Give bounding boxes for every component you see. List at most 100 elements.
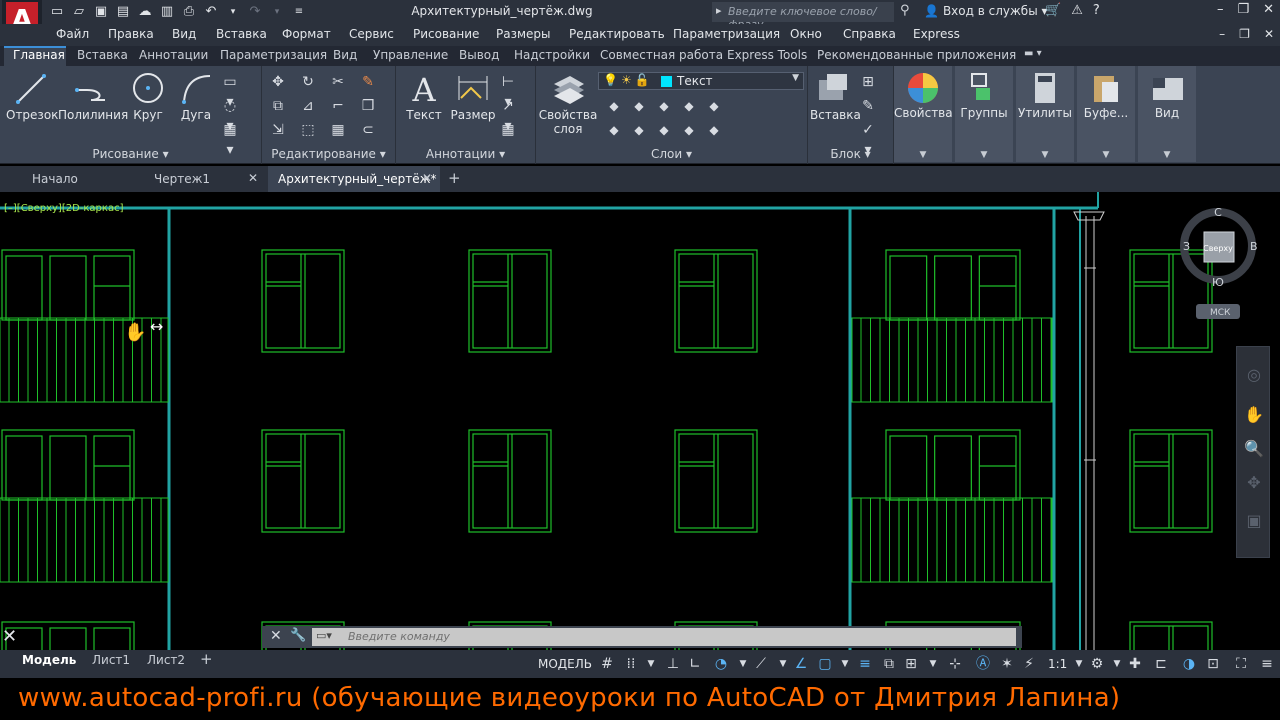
menu-window[interactable]: Окно	[790, 27, 822, 41]
signin-button[interactable]: 👤 Вход в службы ▾	[924, 4, 1048, 18]
binoculars-icon[interactable]: ⚲	[900, 3, 910, 18]
linear-dim-icon[interactable]: ⊢ ▾	[498, 72, 518, 110]
search-input[interactable]: Введите ключевое слово/фразу	[712, 2, 894, 31]
showmotion-icon[interactable]: ▣	[1243, 511, 1265, 533]
clipboard-panel-button[interactable]: Буфе... ▼	[1077, 66, 1135, 162]
menu-draw[interactable]: Рисование	[413, 27, 479, 41]
modify-panel-title[interactable]: Редактирование ▾	[262, 147, 395, 161]
menu-help[interactable]: Справка	[843, 27, 896, 41]
stretch-icon[interactable]: ⇲	[268, 120, 288, 140]
model-space-toggle[interactable]: МОДЕЛЬ	[538, 657, 592, 671]
polar-tracking-icon[interactable]: ◔	[712, 656, 730, 674]
chevron-down-icon[interactable]: ▼	[924, 656, 942, 674]
annotation-scale-icon[interactable]: ⚡	[1020, 656, 1038, 674]
rectangle-icon[interactable]: ▭ ▾	[220, 72, 240, 110]
tab-architectural-drawing[interactable]: Архитектурный_чертёж* ✕	[268, 166, 440, 192]
tab-parametric[interactable]: Параметризация	[220, 48, 327, 62]
snap-icon[interactable]: ⁞⁞	[622, 656, 640, 674]
close-icon[interactable]: ✕	[270, 628, 282, 644]
annotation-scale[interactable]: 1:1	[1048, 657, 1067, 671]
layers-panel-title[interactable]: Слои ▾	[536, 147, 807, 161]
doc-close-icon[interactable]: ✕	[1264, 27, 1274, 41]
viewport-controls[interactable]: [–][Сверху][2D-каркас]	[4, 203, 123, 214]
wrench-icon[interactable]: 🔧	[290, 628, 306, 643]
lineweight-icon[interactable]: ≡	[856, 656, 874, 674]
properties-panel-button[interactable]: Свойства ▼	[894, 66, 953, 162]
layer-freeze-icon[interactable]: ◆	[679, 96, 699, 116]
isodraft-icon[interactable]: ⟋	[752, 656, 770, 674]
close-icon[interactable]: ✕	[248, 171, 258, 185]
view-panel-button[interactable]: Вид ▼	[1138, 66, 1196, 162]
grid-icon[interactable]: #	[598, 656, 616, 674]
pan-icon[interactable]: ✋	[1243, 405, 1265, 427]
new-tab-button[interactable]: +	[448, 166, 472, 192]
line-button[interactable]: Отрезок	[6, 70, 58, 122]
scale-icon[interactable]: ⬚	[298, 120, 318, 140]
ribbon-minimize-icon[interactable]: ▬ ▾	[1024, 48, 1042, 59]
move-icon[interactable]: ✥	[268, 72, 288, 92]
edit-attributes-icon[interactable]: ✓ ▾	[858, 120, 878, 158]
infer-constraints-icon[interactable]: ⊥	[664, 656, 682, 674]
new-layout-button[interactable]: +	[200, 650, 213, 668]
chevron-down-icon[interactable]: ▼	[836, 656, 854, 674]
tab-model[interactable]: Модель	[22, 653, 76, 667]
menu-insert[interactable]: Вставка	[216, 27, 267, 41]
polyline-button[interactable]: Полилиния	[58, 70, 128, 122]
create-block-icon[interactable]: ⊞	[858, 72, 878, 92]
tab-annotate[interactable]: Аннотации	[139, 48, 208, 62]
tab-output[interactable]: Вывод	[459, 48, 499, 62]
utilities-panel-button[interactable]: Утилиты ▼	[1016, 66, 1074, 162]
units-icon[interactable]: ⊏	[1152, 656, 1170, 674]
layer-match-icon[interactable]: ◆	[604, 96, 624, 116]
tab-collaborate[interactable]: Совместная работа	[600, 48, 723, 62]
annotation-visibility-icon[interactable]: Ⓐ	[974, 656, 992, 674]
menu-express[interactable]: Express	[913, 27, 960, 41]
restore-icon[interactable]: ❐	[1237, 2, 1249, 17]
layer-off-icon[interactable]: ◆	[704, 96, 724, 116]
edit-block-icon[interactable]: ✎	[858, 96, 878, 116]
text-button[interactable]: A Текст	[402, 70, 446, 122]
transparency-icon[interactable]: ⧉	[880, 656, 898, 674]
leader-icon[interactable]: ↗ ▾	[498, 96, 518, 134]
layer-unisolate-icon[interactable]: ◆	[654, 120, 674, 140]
help-icon[interactable]: ?	[1093, 3, 1100, 18]
layer-current-icon[interactable]: ◆	[604, 120, 624, 140]
drawing-canvas[interactable]	[0, 192, 1280, 720]
object-snap-icon[interactable]: ▢	[816, 656, 834, 674]
command-prompt-icon[interactable]: ▭▾	[316, 629, 332, 642]
hatch-icon[interactable]: ▦ ▾	[220, 120, 240, 158]
tab-insert[interactable]: Вставка	[77, 48, 128, 62]
cart-icon[interactable]: 🛒	[1045, 3, 1061, 18]
rotate-icon[interactable]: ↻	[298, 72, 318, 92]
menu-file[interactable]: Файл	[56, 27, 89, 41]
close-icon[interactable]: ✕	[422, 171, 432, 185]
chevron-down-icon[interactable]: ▼	[1108, 656, 1126, 674]
gizmo-icon[interactable]: ⊹	[946, 656, 964, 674]
draw-panel-title[interactable]: Рисование ▾	[0, 147, 261, 161]
dimension-button[interactable]: Размер	[450, 70, 496, 122]
steering-wheel-icon[interactable]: ◎	[1243, 365, 1265, 387]
offset-icon[interactable]: ⊂	[358, 120, 378, 140]
clean-screen-icon[interactable]: ⛶	[1232, 656, 1250, 674]
menu-format[interactable]: Формат	[282, 27, 331, 41]
close-icon[interactable]: ✕	[1263, 2, 1274, 17]
menu-parametric[interactable]: Параметризация	[673, 27, 780, 41]
layer-dropdown[interactable]: 💡☀🔓 Текст ▼	[598, 72, 804, 90]
tab-view[interactable]: Вид	[333, 48, 357, 62]
insert-block-button[interactable]: Вставка	[810, 70, 861, 122]
tab-manage[interactable]: Управление	[373, 48, 448, 62]
erase-icon[interactable]: ✎	[358, 72, 378, 92]
zoom-icon[interactable]: 🔍	[1243, 439, 1265, 461]
tab-layout1[interactable]: Лист1	[92, 653, 130, 667]
autodesk-exchange-icon[interactable]: ⚠	[1071, 3, 1083, 18]
menu-dimension[interactable]: Размеры	[496, 27, 551, 41]
chevron-down-icon[interactable]: ▼	[1070, 656, 1088, 674]
menu-edit[interactable]: Правка	[108, 27, 154, 41]
layer-thaw-icon[interactable]: ◆	[679, 120, 699, 140]
mirror-icon[interactable]: ⊿	[298, 96, 318, 116]
chevron-down-icon[interactable]: ▼	[734, 656, 752, 674]
layer-on-icon[interactable]: ◆	[704, 120, 724, 140]
arc-button[interactable]: Дуга	[176, 70, 216, 122]
groups-panel-button[interactable]: Группы ▼	[955, 66, 1013, 162]
fillet-icon[interactable]: ⌐	[328, 96, 348, 116]
